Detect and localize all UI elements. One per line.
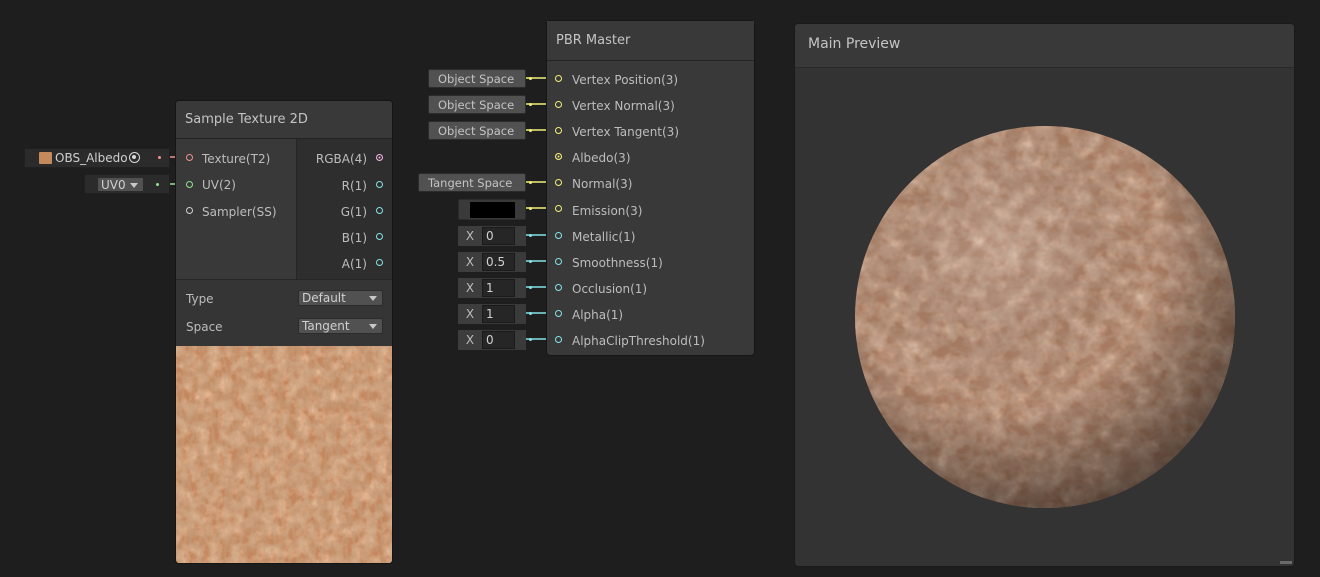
uv-port[interactable] [186,181,193,188]
smoothness-x-label: X [458,252,482,272]
emission-color-field[interactable] [458,199,526,220]
sampler-port-label: Sampler(SS) [202,205,277,219]
g-port-label: G(1) [340,205,367,219]
metallic-port[interactable] [555,232,562,239]
r-port[interactable] [376,181,383,188]
wire-dot [529,77,532,80]
pbr-master-node-title: PBR Master [547,21,754,61]
rgba-port-label: RGBA(4) [315,152,367,166]
vertex-tangent-space-field[interactable]: Object Space [428,121,526,140]
b-port[interactable] [376,233,383,240]
normal-space-value: Tangent Space [428,176,513,190]
normal-label: Normal(3) [572,177,633,191]
main-preview-header[interactable]: Main Preview [795,24,1294,68]
space-label: Space [186,320,223,334]
emission-label: Emission(3) [572,204,643,218]
normal-port[interactable] [555,179,562,186]
type-dropdown[interactable]: Default [298,290,383,306]
chevron-down-icon [369,296,377,301]
chevron-down-icon [369,324,377,329]
uv-dropdown[interactable]: UV0 [97,177,144,192]
pbr-master-node[interactable]: PBR Master Vertex Position(3) Vertex Nor… [546,20,755,356]
g-port[interactable] [376,207,383,214]
b-port-label: B(1) [341,231,367,245]
sampler-port[interactable] [186,207,193,214]
uv-dropdown-value: UV0 [101,178,126,192]
main-preview-title: Main Preview [808,36,901,52]
alpha-label: Alpha(1) [572,308,624,322]
wire-dot [529,312,532,315]
vertex-normal-space-field[interactable]: Object Space [428,95,526,114]
texture-port[interactable] [186,154,193,161]
wire-dot [529,207,532,210]
vertex-normal-label: Vertex Normal(3) [572,99,675,113]
vertex-normal-port[interactable] [555,101,562,108]
wire-dot [529,338,532,341]
occlusion-value-input[interactable]: 1 [482,279,515,297]
texture-port-label: Texture(T2) [202,152,271,166]
alpha-clip-threshold-port[interactable] [555,336,562,343]
vertex-position-port[interactable] [555,75,562,82]
texture-swatch [39,152,52,164]
main-preview-panel[interactable]: Main Preview [794,23,1295,567]
sample-texture-2d-node[interactable]: Sample Texture 2D Texture(T2) UV(2) Samp… [175,100,393,564]
alpha-value-input[interactable]: 1 [482,305,515,323]
uv-input-dot [156,183,159,186]
rgba-port[interactable] [376,154,383,161]
alpha-clip-threshold-label: AlphaClipThreshold(1) [572,334,705,348]
smoothness-value-input[interactable]: 0.5 [482,253,515,271]
vertex-position-label: Vertex Position(3) [572,73,679,87]
space-dropdown-value: Tangent [302,319,350,333]
preview-sphere[interactable] [853,124,1237,510]
alpha-port[interactable] [555,310,562,317]
smoothness-label: Smoothness(1) [572,256,663,270]
wire-dot [529,181,532,184]
metallic-label: Metallic(1) [572,230,636,244]
object-picker-icon[interactable] [129,152,140,163]
normal-space-field[interactable]: Tangent Space [418,173,526,192]
vertex-position-space-field[interactable]: Object Space [428,69,526,88]
type-label: Type [186,292,214,306]
texture-preview-image [176,346,392,563]
vertex-tangent-label: Vertex Tangent(3) [572,125,679,139]
alpha-clip-x-label: X [458,330,482,350]
vertex-position-space-value: Object Space [438,72,515,86]
vertex-normal-space-value: Object Space [438,98,515,112]
emission-port[interactable] [555,205,562,212]
emission-color-swatch[interactable] [470,202,515,218]
texture-input-dot [158,156,161,159]
smoothness-port[interactable] [555,258,562,265]
a-port-label: A(1) [341,257,367,271]
wire-dot [529,129,532,132]
type-dropdown-value: Default [302,291,346,305]
occlusion-label: Occlusion(1) [572,282,648,296]
resize-handle[interactable] [1280,561,1292,564]
metallic-x-label: X [458,226,482,246]
wire-dot [529,260,532,263]
vertex-tangent-port[interactable] [555,127,562,134]
albedo-label: Albedo(3) [572,151,631,165]
r-port-label: R(1) [341,179,367,193]
alpha-x-label: X [458,304,482,324]
alpha-clip-value-input[interactable]: 0 [482,331,515,349]
sample-texture-node-title: Sample Texture 2D [176,101,392,139]
a-port[interactable] [376,259,383,266]
space-dropdown[interactable]: Tangent [298,318,383,334]
occlusion-port[interactable] [555,284,562,291]
albedo-port[interactable] [555,153,562,160]
wire-dot [529,103,532,106]
chevron-down-icon [130,183,138,188]
uv-port-label: UV(2) [202,178,236,192]
vertex-tangent-space-value: Object Space [438,124,515,138]
wire-dot [529,286,532,289]
texture-asset-name: OBS_Albedo [55,151,128,165]
wire-dot [529,234,532,237]
occlusion-x-label: X [458,278,482,298]
metallic-value-input[interactable]: 0 [482,227,515,245]
texture-asset-input[interactable]: OBS_Albedo [24,148,170,168]
